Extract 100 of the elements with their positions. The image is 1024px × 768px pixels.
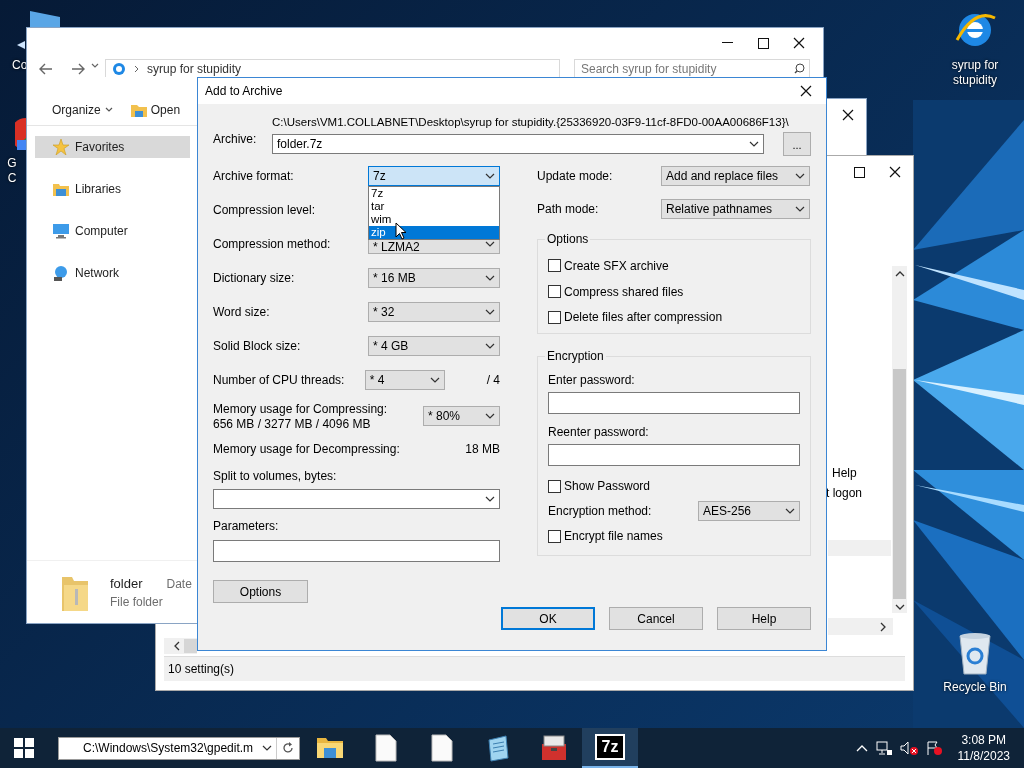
desktop-icon-label[interactable]: syrup for stupidity xyxy=(940,58,1010,88)
password-field[interactable] xyxy=(548,444,800,466)
field-label: Path mode: xyxy=(537,202,599,216)
field-label: Split to volumes, bytes: xyxy=(213,468,338,484)
sidebar-item[interactable]: Network xyxy=(35,262,190,284)
flag-icon[interactable] xyxy=(925,741,942,755)
policy-text: Help xyxy=(832,466,857,480)
detail-label: Date xyxy=(166,576,192,591)
address-toolbar[interactable]: C:\Windows\System32\gpedit.m xyxy=(58,736,300,760)
forward-arrow-icon[interactable] xyxy=(71,63,85,75)
close-icon[interactable] xyxy=(793,37,805,49)
password-field[interactable] xyxy=(548,392,800,414)
checkbox-label[interactable]: Compress shared files xyxy=(564,284,684,299)
sidebar-item[interactable]: Favorites xyxy=(35,136,190,158)
volume-muted-icon[interactable] xyxy=(899,741,918,755)
thread-count: / 4 xyxy=(486,373,500,387)
chevron-icon xyxy=(429,376,440,384)
scrollbar[interactable] xyxy=(164,638,197,654)
checkbox-label[interactable]: Encrypt file names xyxy=(564,529,663,543)
dropdown[interactable]: * 32 xyxy=(368,302,500,322)
close-icon[interactable] xyxy=(800,85,812,97)
memory-usage-text: 18 MB xyxy=(465,442,500,456)
field-label: Enter password: xyxy=(548,373,636,387)
maximize-icon[interactable] xyxy=(853,166,865,178)
sidebar-item[interactable]: Libraries xyxy=(35,178,190,200)
dialog-button[interactable]: Help xyxy=(717,607,811,630)
dropdown[interactable]: * 4 GB xyxy=(368,336,500,356)
checkbox-label[interactable]: Delete files after compression xyxy=(564,310,723,325)
dropdown-option[interactable]: wim xyxy=(369,213,499,226)
scrollbar[interactable] xyxy=(892,266,907,613)
dropdown[interactable]: 7z xyxy=(368,166,500,186)
dropdown[interactable]: Relative pathnames xyxy=(661,199,810,219)
dropdown[interactable]: * 16 MB xyxy=(368,268,500,288)
options-button[interactable]: Options xyxy=(213,580,308,603)
caret-right-icon[interactable] xyxy=(879,621,887,632)
memory-usage-text: 656 MB / 3277 MB / 4096 MB xyxy=(213,416,372,431)
chevron-icon xyxy=(795,205,805,213)
chevron-icon[interactable] xyxy=(91,63,99,69)
windows-start-icon[interactable] xyxy=(14,738,34,758)
folder-icon xyxy=(53,181,69,197)
field-label: Memory usage for Decompressing: xyxy=(213,442,400,456)
chevron-right-icon xyxy=(134,64,139,73)
sidebar-item[interactable]: Computer xyxy=(35,220,190,242)
caret-up-icon[interactable] xyxy=(894,270,905,278)
chevron-icon xyxy=(785,507,795,515)
dropdown-option[interactable]: tar xyxy=(369,200,499,213)
file-type: File folder xyxy=(110,594,164,609)
file-name: folder xyxy=(110,575,143,591)
scrollbar[interactable] xyxy=(828,618,893,635)
split-size-dropdown[interactable] xyxy=(213,489,500,509)
dropdown[interactable]: * 4 xyxy=(364,370,445,390)
desktop-icon-label[interactable]: Recycle Bin xyxy=(943,680,1007,695)
chevron-up-icon[interactable] xyxy=(855,744,868,752)
app-logo: 7z xyxy=(595,734,625,760)
close-icon[interactable] xyxy=(889,166,901,178)
checkbox[interactable] xyxy=(548,285,561,298)
dropdown[interactable]: Add and replace files xyxy=(661,166,810,186)
search-icon xyxy=(794,63,805,74)
minimize-icon[interactable] xyxy=(721,42,733,44)
field-label: Compression method: xyxy=(213,237,331,251)
archive-name-field[interactable]: folder.7z xyxy=(272,134,764,154)
checkbox[interactable] xyxy=(548,479,561,493)
browse-button[interactable]: ... xyxy=(783,132,811,156)
open-button[interactable]: Open xyxy=(130,102,181,117)
breadcrumb[interactable]: syrup for stupidity xyxy=(147,61,242,76)
toolbox-icon xyxy=(540,734,568,762)
dialog-title: Add to Archive xyxy=(205,84,283,98)
dropdown-option[interactable]: 7z xyxy=(369,187,499,200)
chevron-icon xyxy=(262,744,272,752)
caret-left-icon[interactable] xyxy=(173,641,181,651)
parameters-field[interactable] xyxy=(213,540,500,562)
chevron-icon xyxy=(485,172,495,180)
dropdown[interactable]: AES-256 xyxy=(698,501,800,521)
checkbox-label[interactable]: Show Password xyxy=(564,479,651,493)
network-icon[interactable] xyxy=(875,741,892,755)
checkbox-label[interactable]: Create SFX archive xyxy=(564,258,669,273)
back-arrow-icon[interactable] xyxy=(39,63,53,75)
caret-down-icon[interactable] xyxy=(894,603,905,611)
field-label: Memory usage for Compressing: xyxy=(213,401,388,416)
field-label: Archive: xyxy=(213,132,257,146)
monitor-icon xyxy=(53,223,69,239)
dropdown[interactable]: * 80% xyxy=(423,406,500,426)
field-label: Archive format: xyxy=(213,169,294,183)
organize-button[interactable]: Organize xyxy=(52,102,113,117)
refresh-icon[interactable] xyxy=(282,742,294,754)
group-title: Options xyxy=(545,232,591,246)
dialog-button[interactable]: Cancel xyxy=(609,607,703,630)
dropdown-option[interactable]: zip xyxy=(369,226,499,239)
ok-button[interactable]: OK xyxy=(501,607,595,630)
chevron-icon xyxy=(104,106,113,113)
arrow-icon xyxy=(17,41,25,49)
maximize-icon[interactable] xyxy=(757,37,769,49)
checkbox[interactable] xyxy=(548,310,561,324)
taskbar-app[interactable]: 7z xyxy=(582,728,638,768)
close-icon[interactable] xyxy=(842,109,854,121)
chevron-icon xyxy=(485,495,495,503)
checkbox[interactable] xyxy=(548,259,561,273)
clock[interactable]: 3:08 PM 11/8/2023 xyxy=(957,732,1010,764)
desktop-icon-label[interactable]: G C xyxy=(7,156,17,186)
checkbox[interactable] xyxy=(548,529,561,543)
